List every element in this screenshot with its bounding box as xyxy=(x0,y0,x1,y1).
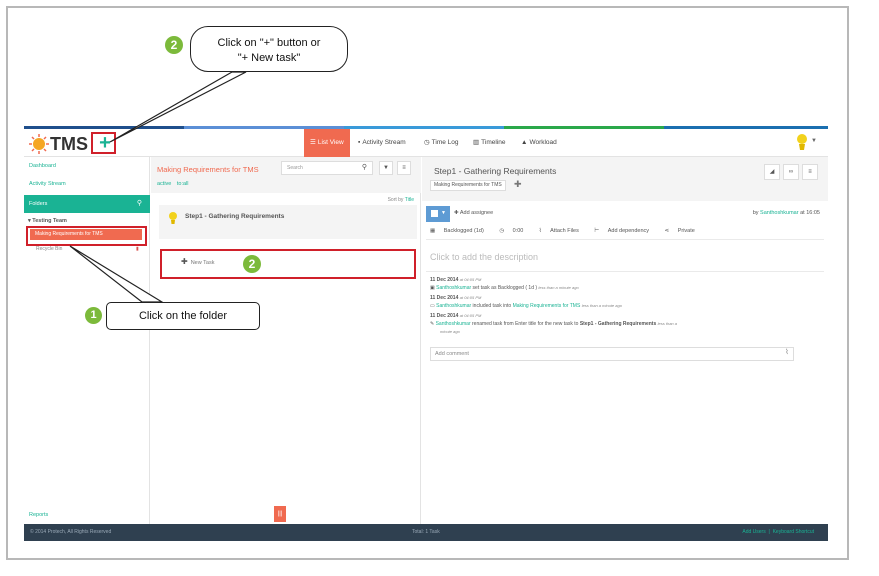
step-badge-2: 2 xyxy=(243,255,261,273)
top-callout-line-2: "+ New task" xyxy=(237,52,301,64)
top-callout: Click on "+" button or "+ New task" xyxy=(190,26,348,72)
bottom-callout-pointer xyxy=(69,245,165,303)
step-badge-2: 2 xyxy=(165,36,183,54)
callout-pointers xyxy=(69,71,247,303)
step-badge-1: 1 xyxy=(85,307,102,324)
top-callout-pointer xyxy=(109,71,247,143)
bottom-callout: Click on the folder xyxy=(106,302,260,330)
top-callout-line-1: Click on "+" button or xyxy=(217,37,321,49)
